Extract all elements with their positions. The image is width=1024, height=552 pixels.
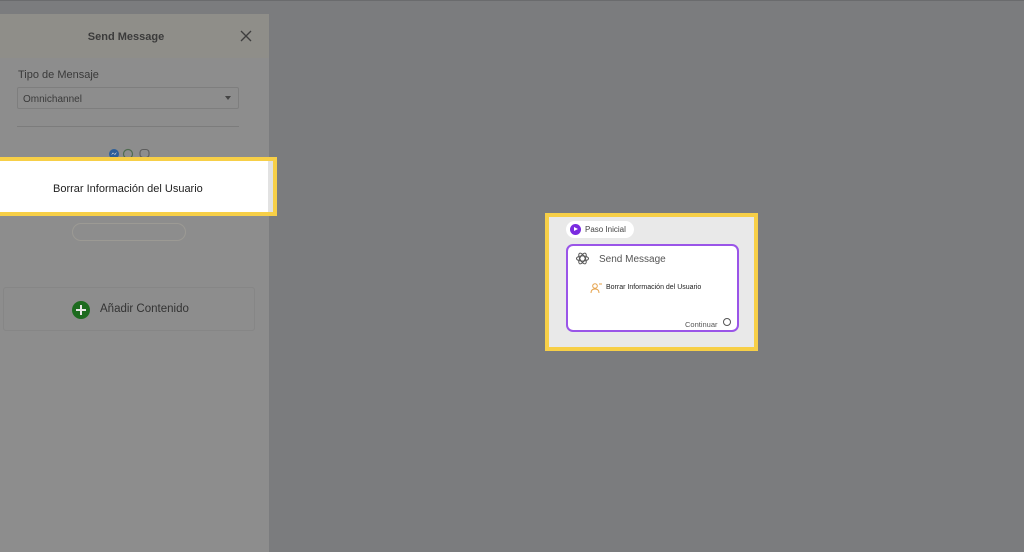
section-divider: [17, 126, 239, 127]
message-type-value: Omnichannel: [23, 94, 82, 105]
add-content-label: Añadir Contenido: [100, 303, 189, 315]
continue-label: Continuar: [685, 320, 718, 329]
node-item-label: Borrar Información del Usuario: [606, 284, 702, 291]
send-message-node[interactable]: Send Message Borrar Información del Usua…: [566, 244, 739, 332]
openai-icon: [576, 252, 589, 265]
close-icon[interactable]: [240, 30, 252, 42]
panel-header: Send Message: [0, 14, 269, 58]
panel-title: Send Message: [87, 31, 165, 43]
faded-content-button[interactable]: [72, 223, 186, 241]
play-icon: [570, 224, 581, 235]
start-step-badge: Paso Inicial: [566, 221, 634, 238]
start-step-label: Paso Inicial: [585, 225, 626, 234]
continue-port-handle[interactable]: [723, 318, 731, 326]
panel-scroll-edge: [268, 161, 273, 212]
message-type-select[interactable]: Omnichannel: [17, 87, 239, 109]
send-message-panel: Send Message Tipo de Mensaje Omnichannel…: [0, 14, 269, 552]
user-remove-icon: [590, 283, 602, 294]
chevron-down-icon: [225, 96, 231, 100]
node-title: Send Message: [599, 254, 666, 265]
add-content-button[interactable]: Añadir Contenido: [3, 287, 255, 331]
highlighted-item-label: Borrar Información del Usuario: [53, 183, 203, 195]
top-divider: [0, 0, 1024, 1]
plus-icon: [72, 301, 90, 319]
message-type-label: Tipo de Mensaje: [18, 69, 99, 81]
